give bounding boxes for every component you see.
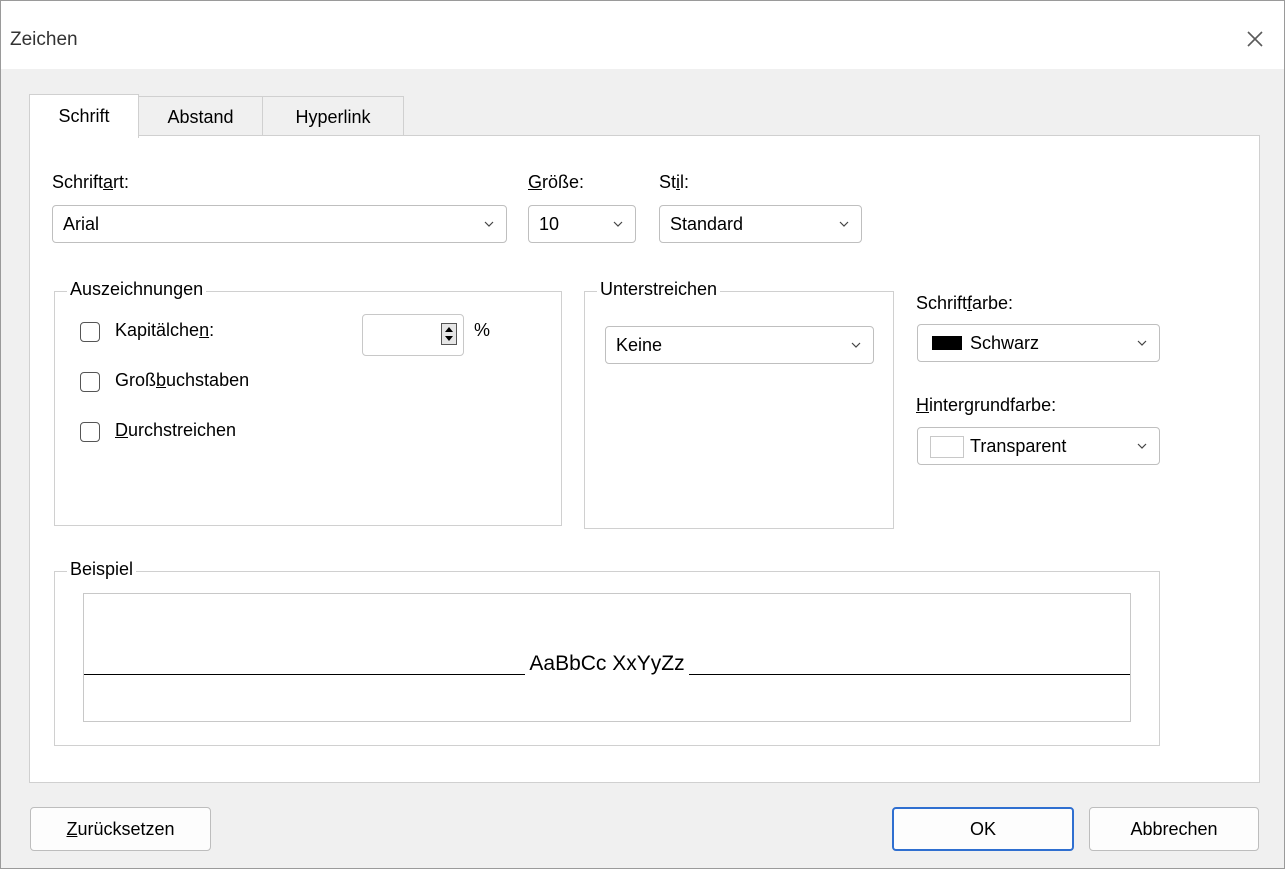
style-value: Standard bbox=[670, 214, 744, 234]
chevron-down-icon bbox=[613, 221, 623, 227]
tab-schrift[interactable]: Schrift bbox=[29, 94, 139, 138]
tab-label: Abstand bbox=[167, 106, 234, 127]
font-color-label: Schriftfarbe: bbox=[916, 293, 1014, 313]
tab-panel-schrift: Schriftart: Arial Größe: 10 Stil: Standa… bbox=[29, 135, 1260, 783]
title-bar: Zeichen bbox=[1, 1, 1284, 69]
ok-button[interactable]: OK bbox=[892, 807, 1074, 851]
style-label: Stil: bbox=[659, 172, 690, 192]
smallcaps-checkbox[interactable] bbox=[80, 322, 100, 342]
effects-legend: Auszeichnungen bbox=[67, 279, 207, 300]
preview-legend: Beispiel bbox=[67, 559, 137, 580]
reset-button[interactable]: Zurücksetzen bbox=[30, 807, 211, 851]
background-color-value: Transparent bbox=[970, 436, 1067, 456]
preview-sample-wrap: AaBbCc XxYyZz bbox=[84, 652, 1130, 676]
tab-label: Hyperlink bbox=[295, 106, 371, 127]
chevron-down-icon bbox=[1137, 443, 1147, 449]
effects-group: Auszeichnungen Kapitälchen: % Großbuchst… bbox=[54, 279, 562, 526]
chevron-down-icon bbox=[484, 221, 494, 227]
font-family-combo[interactable]: Arial bbox=[52, 205, 507, 243]
underline-group: Unterstreichen Keine bbox=[584, 279, 894, 529]
background-color-swatch bbox=[930, 436, 964, 458]
uppercase-label: Großbuchstaben bbox=[115, 370, 250, 390]
style-combo[interactable]: Standard bbox=[659, 205, 862, 243]
size-label: Größe: bbox=[528, 172, 585, 192]
close-icon[interactable] bbox=[1239, 23, 1271, 55]
preview-group: Beispiel AaBbCc XxYyZz bbox=[54, 559, 1160, 746]
spinner-arrows-icon[interactable] bbox=[441, 323, 457, 345]
smallcaps-percent-spinner[interactable] bbox=[362, 314, 464, 356]
percent-symbol: % bbox=[474, 320, 491, 340]
tab-abstand[interactable]: Abstand bbox=[137, 96, 264, 138]
strikethrough-checkbox[interactable] bbox=[80, 422, 100, 442]
preview-box: AaBbCc XxYyZz bbox=[83, 593, 1131, 722]
background-color-combo[interactable]: Transparent bbox=[917, 427, 1160, 465]
underline-legend: Unterstreichen bbox=[597, 279, 721, 300]
tab-label: Schrift bbox=[58, 106, 110, 126]
uppercase-checkbox[interactable] bbox=[80, 372, 100, 392]
size-value: 10 bbox=[539, 214, 560, 234]
character-dialog: Zeichen Schrift Abstand Hyperlink Schrif… bbox=[0, 0, 1285, 869]
font-color-combo[interactable]: Schwarz bbox=[917, 324, 1160, 362]
background-color-label: Hintergrundfarbe: bbox=[916, 395, 1057, 415]
smallcaps-label: Kapitälchen: bbox=[115, 320, 215, 340]
font-color-value: Schwarz bbox=[970, 333, 1040, 353]
chevron-down-icon bbox=[839, 221, 849, 227]
tab-hyperlink[interactable]: Hyperlink bbox=[262, 96, 404, 138]
font-color-swatch bbox=[932, 336, 962, 350]
cancel-button[interactable]: Abbrechen bbox=[1089, 807, 1259, 851]
preview-sample-text: AaBbCc XxYyZz bbox=[525, 652, 689, 675]
chevron-down-icon bbox=[1137, 340, 1147, 346]
font-family-label: Schriftart: bbox=[52, 172, 130, 192]
size-combo[interactable]: 10 bbox=[528, 205, 636, 243]
underline-combo[interactable]: Keine bbox=[605, 326, 874, 364]
underline-value: Keine bbox=[616, 335, 663, 355]
chevron-down-icon bbox=[851, 342, 861, 348]
strikethrough-label: Durchstreichen bbox=[115, 420, 237, 440]
dialog-title: Zeichen bbox=[10, 29, 78, 50]
font-family-value: Arial bbox=[63, 214, 100, 234]
